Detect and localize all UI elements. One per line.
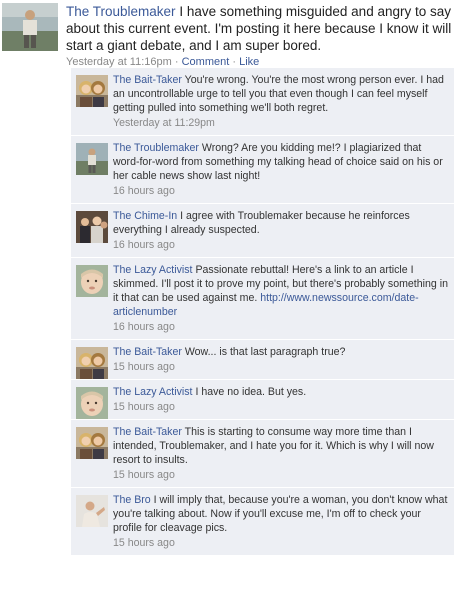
commenter-avatar[interactable] (76, 143, 108, 175)
commenter-name[interactable]: The Bait-Taker (113, 74, 182, 86)
comment-item: The Bait-Taker You're wrong. You're the … (71, 68, 454, 136)
post-body: The Troublemaker I have something misgui… (66, 3, 458, 69)
commenter-avatar[interactable] (76, 347, 108, 379)
comment-link[interactable]: Comment (182, 56, 230, 68)
comment-item: The Lazy Activist Passionate rebuttal! H… (71, 258, 454, 340)
comment-timestamp: Yesterday at 11:29pm (113, 117, 215, 129)
meta-separator: · (232, 56, 237, 68)
comment-text-block: The Chime-In I agree with Troublemaker b… (113, 209, 448, 237)
comment-text-block: The Bait-Taker You're wrong. You're the … (113, 73, 448, 115)
commenter-avatar[interactable] (76, 75, 108, 107)
comment-timestamp: 16 hours ago (113, 185, 175, 197)
commenter-name[interactable]: The Troublemaker (113, 142, 199, 154)
comment-item: The Lazy Activist I have no idea. But ye… (71, 380, 454, 420)
commenter-name[interactable]: The Bro (113, 494, 151, 506)
commenter-name[interactable]: The Bait-Taker (113, 346, 182, 358)
commenter-avatar[interactable] (76, 387, 108, 419)
commenter-avatar[interactable] (76, 211, 108, 243)
comment-item: The Bait-Taker Wow... is that last parag… (71, 340, 454, 380)
commenter-name[interactable]: The Lazy Activist (113, 386, 192, 398)
commenter-name[interactable]: The Chime-In (113, 210, 177, 222)
comment-text-block: The Lazy Activist I have no idea. But ye… (113, 385, 448, 399)
comment-timestamp: 16 hours ago (113, 321, 175, 333)
comment-text: I have no idea. But yes. (195, 386, 307, 398)
comment-text-block: The Troublemaker Wrong? Are you kidding … (113, 141, 448, 183)
post-author-name[interactable]: The Troublemaker (66, 4, 176, 19)
commenter-avatar[interactable] (76, 427, 108, 459)
comment-item: The Troublemaker Wrong? Are you kidding … (71, 136, 454, 204)
comment-timestamp: 15 hours ago (113, 401, 175, 413)
comment-list: The Bait-Taker You're wrong. You're the … (71, 68, 454, 556)
comment-timestamp: 15 hours ago (113, 469, 175, 481)
comment-text-block: The Bait-Taker Wow... is that last parag… (113, 345, 448, 359)
comment-timestamp: 15 hours ago (113, 537, 175, 549)
like-link[interactable]: Like (239, 56, 259, 68)
comment-text-block: The Bro I will imply that, because you'r… (113, 493, 448, 535)
comment-timestamp: 15 hours ago (113, 361, 175, 373)
post-author-avatar[interactable] (2, 3, 58, 51)
post-meta: Yesterday at 11:16pm · Comment · Like (66, 55, 458, 69)
comment-item: The Chime-In I agree with Troublemaker b… (71, 204, 454, 258)
commenter-avatar[interactable] (76, 495, 108, 527)
status-post: The Troublemaker I have something misgui… (0, 0, 461, 68)
commenter-name[interactable]: The Bait-Taker (113, 426, 182, 438)
post-timestamp[interactable]: Yesterday at 11:16pm (66, 56, 172, 68)
commenter-name[interactable]: The Lazy Activist (113, 264, 192, 276)
comment-text: Wow... is that last paragraph true? (184, 346, 346, 358)
comment-timestamp: 16 hours ago (113, 239, 175, 251)
comment-text: I will imply that, because you're a woma… (113, 494, 448, 534)
meta-separator: · (174, 56, 179, 68)
comment-item: The Bait-Taker This is starting to consu… (71, 420, 454, 488)
comment-text-block: The Lazy Activist Passionate rebuttal! H… (113, 263, 448, 319)
comment-item: The Bro I will imply that, because you'r… (71, 488, 454, 556)
comment-text-block: The Bait-Taker This is starting to consu… (113, 425, 448, 467)
commenter-avatar[interactable] (76, 265, 108, 297)
